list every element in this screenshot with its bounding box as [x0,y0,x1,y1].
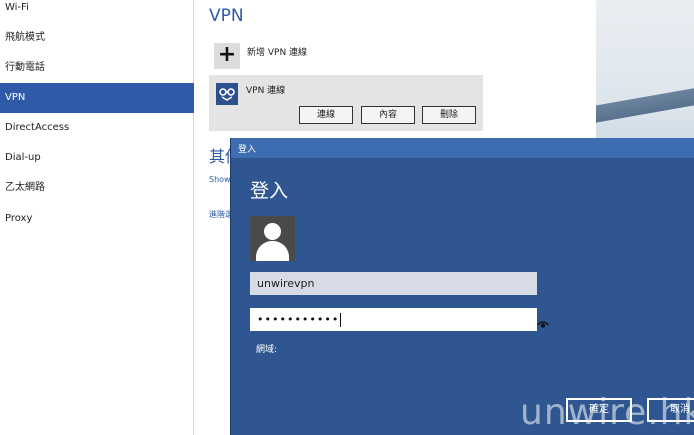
sidebar-item-vpn[interactable]: VPN [0,83,194,113]
sidebar-item-airplane-mode[interactable]: 飛航模式 [0,23,194,53]
page-title: VPN [209,6,244,26]
vpn-connection-name: VPN 連線 [246,86,286,96]
delete-button[interactable]: 刪除 [422,106,476,124]
settings-sidebar: Wi-Fi 飛航模式 行動電話 VPN DirectAccess Dial-up… [0,0,194,435]
sidebar-item-dialup[interactable]: Dial-up [0,143,194,173]
username-field[interactable]: unwirevpn [250,272,537,295]
dialog-title: 登入 [238,145,257,155]
dialog-titlebar[interactable]: 登入 [231,138,694,158]
properties-button[interactable]: 內容 [361,106,415,124]
sidebar-item-proxy[interactable]: Proxy [0,204,194,234]
sidebar-item-mobile[interactable]: 行動電話 [0,53,194,83]
reveal-password-eye-icon[interactable] [536,314,550,328]
sidebar-item-wifi[interactable]: Wi-Fi [0,0,194,23]
password-mask: ••••••••••• [257,313,340,326]
other-settings-heading: 其他 [209,147,231,166]
domain-label: 網域: [256,345,278,355]
show-link[interactable]: Show [209,175,231,184]
avatar-head [264,223,281,240]
site-watermark: unwire.hk [520,392,694,433]
add-vpn-button[interactable]: + 新增 VPN 連線 [214,43,414,71]
mountain-ridge [596,88,694,128]
sidebar-item-ethernet[interactable]: 乙太網路 [0,173,194,203]
vpn-link-icon [216,83,238,105]
text-caret [340,313,342,327]
connect-button[interactable]: 連線 [299,106,353,124]
vpn-connection-item[interactable]: VPN 連線 連線 內容 刪除 [209,75,483,131]
avatar-body [256,241,289,261]
advanced-options-link[interactable]: 進階選 [209,209,231,220]
user-avatar-icon [250,216,295,261]
login-heading: 登入 [250,180,289,202]
login-dialog: 登入 登入 unwirevpn ••••••••••• 網域: 確定 取消 [230,138,694,435]
sidebar-item-directaccess[interactable]: DirectAccess [0,113,194,143]
password-field[interactable]: ••••••••••• [250,308,550,331]
add-vpn-label: 新增 VPN 連線 [247,48,308,58]
plus-icon: + [214,43,240,69]
